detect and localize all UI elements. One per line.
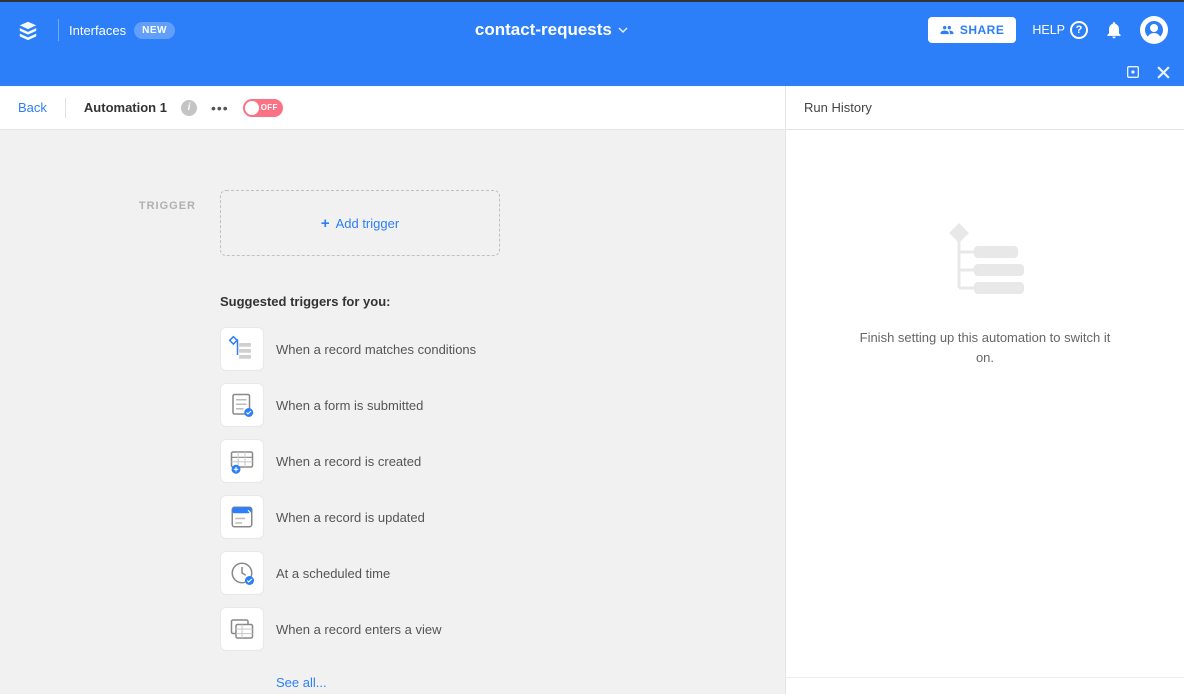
empty-state-icon (940, 218, 1030, 308)
share-button[interactable]: SHARE (928, 17, 1017, 43)
app-logo-icon[interactable] (16, 18, 40, 42)
add-trigger-label: Add trigger (336, 216, 400, 231)
automation-subheader: Back Automation 1 i ••• OFF Run History (0, 86, 1184, 130)
automation-toggle[interactable]: OFF (243, 99, 283, 117)
plus-icon: + (321, 215, 330, 232)
divider (65, 98, 66, 118)
toggle-state-label: OFF (261, 103, 278, 112)
help-button[interactable]: HELP ? (1032, 21, 1088, 39)
people-icon (940, 23, 954, 37)
suggested-trigger-label: At a scheduled time (276, 566, 390, 581)
run-history-title: Run History (804, 100, 872, 115)
suggested-heading: Suggested triggers for you: (220, 294, 785, 309)
suggested-trigger-label: When a record matches conditions (276, 342, 476, 357)
automation-canvas: TRIGGER + Add trigger Suggested triggers… (0, 130, 785, 694)
more-menu-icon[interactable]: ••• (211, 100, 229, 116)
top-header: Interfaces NEW contact-requests SHARE HE… (0, 2, 1184, 58)
suggested-trigger-label: When a form is submitted (276, 398, 423, 413)
suggested-trigger-label: When a record enters a view (276, 622, 441, 637)
main-content: TRIGGER + Add trigger Suggested triggers… (0, 130, 1184, 694)
help-label: HELP (1032, 23, 1065, 37)
empty-state-text: Finish setting up this automation to swi… (855, 328, 1115, 367)
clock-icon (220, 551, 264, 595)
suggested-trigger-item[interactable]: When a form is submitted (220, 383, 785, 427)
suggested-trigger-item[interactable]: At a scheduled time (220, 551, 785, 595)
back-link[interactable]: Back (18, 100, 47, 115)
form-icon (220, 383, 264, 427)
see-all-link[interactable]: See all... (276, 675, 785, 690)
suggested-trigger-item[interactable]: When a record matches conditions (220, 327, 785, 371)
share-label: SHARE (960, 23, 1005, 37)
help-icon: ? (1070, 21, 1088, 39)
chevron-down-icon (618, 25, 628, 35)
suggested-trigger-item[interactable]: When a record is updated (220, 495, 785, 539)
toggle-knob (245, 101, 259, 115)
avatar-icon (1145, 21, 1163, 39)
user-avatar[interactable] (1140, 16, 1168, 44)
interfaces-link[interactable]: Interfaces (69, 23, 126, 38)
record-updated-icon (220, 495, 264, 539)
view-toolbar (0, 58, 1184, 86)
suggested-trigger-item[interactable]: When a record is created (220, 439, 785, 483)
close-icon[interactable] (1157, 66, 1170, 79)
suggested-trigger-list: When a record matches conditions When a … (220, 327, 785, 651)
run-history-panel: Finish setting up this automation to swi… (785, 130, 1184, 694)
suggested-trigger-label: When a record is created (276, 454, 421, 469)
new-badge: NEW (134, 22, 175, 39)
base-title-area[interactable]: contact-requests (175, 20, 928, 40)
suggested-trigger-label: When a record is updated (276, 510, 425, 525)
expand-icon[interactable] (1125, 64, 1141, 80)
panel-horizontal-scrollbar[interactable] (786, 677, 1184, 694)
enters-view-icon (220, 607, 264, 651)
add-trigger-button[interactable]: + Add trigger (220, 190, 500, 256)
base-name: contact-requests (475, 20, 612, 40)
suggested-trigger-item[interactable]: When a record enters a view (220, 607, 785, 651)
record-created-icon (220, 439, 264, 483)
trigger-section-label: TRIGGER (0, 190, 220, 212)
notifications-icon[interactable] (1104, 20, 1124, 40)
info-icon[interactable]: i (181, 100, 197, 116)
divider (58, 19, 59, 41)
automation-name[interactable]: Automation 1 (84, 100, 167, 115)
conditions-icon (220, 327, 264, 371)
